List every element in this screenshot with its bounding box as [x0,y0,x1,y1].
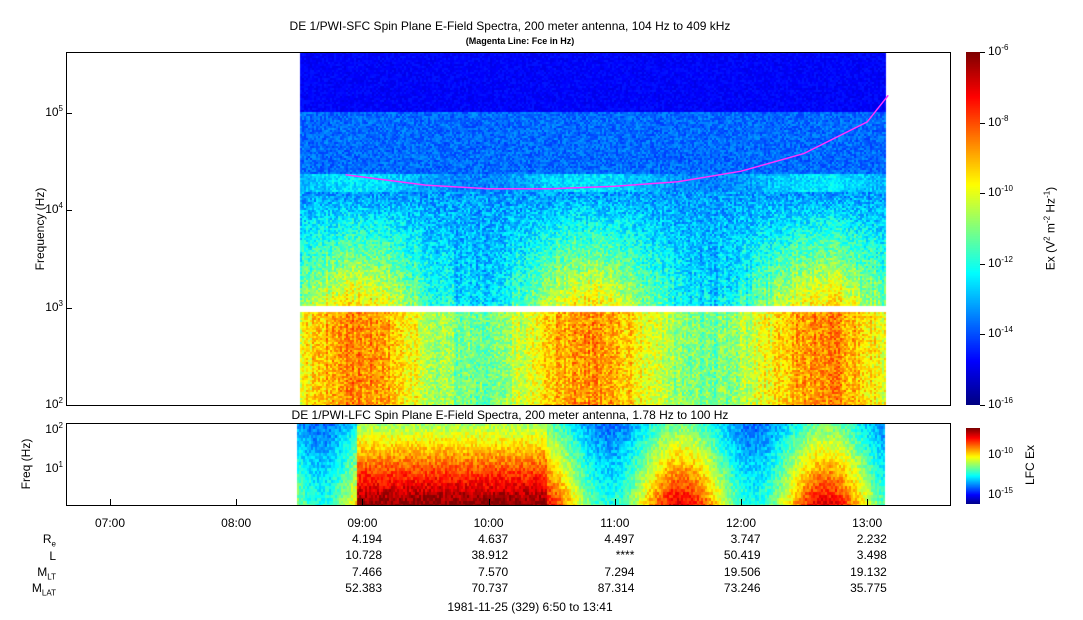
colorbar-tick [980,122,985,124]
ephem-value-re: 2.232 [856,532,887,546]
x-tick-label: 08:00 [221,516,252,530]
ephem-label-re: Re [42,532,56,549]
colorbar-tick [980,405,985,406]
lfc-plot-frame [66,423,951,506]
sfc-subtitle: (Magenta Line: Fce in Hz) [465,36,575,46]
ephem-value-mlt: 19.506 [723,564,761,579]
sfc-colorbar [966,52,980,405]
y-tick [66,112,72,114]
ephem-label-mlt: MLT [37,565,56,582]
ephem-value-l: 10.728 [345,548,382,563]
ephem-value-mlat: 35.775 [850,580,887,595]
ephem-value-mlt: 7.570 [478,564,509,579]
x-tick [614,499,616,506]
ephem-value-mlt: 7.466 [351,564,382,579]
y-tick-label: 104 [45,201,63,216]
ephem-value-re: 3.747 [730,532,761,546]
colorbar-tick-label: 10-6 [988,43,1009,58]
ephem-value-re: 4.194 [351,532,382,546]
x-tick-label: 11:00 [600,516,630,530]
y-tick [66,210,72,211]
colorbar-tick-label: 10-14 [988,325,1013,341]
colorbar-tick-label: 10-8 [988,113,1009,129]
footer-date-range: 1981-11-25 (329) 6:50 to 13:41 [447,600,613,614]
y-tick-label: 101 [45,460,63,475]
colorbar-tick [980,334,985,336]
colorbar-tick-label: 10-12 [988,254,1013,270]
x-tick [488,499,490,506]
ephem-value-mlat: 52.383 [345,580,382,595]
x-tick-label: 07:00 [94,516,126,530]
y-tick-label: 103 [45,298,63,314]
colorbar-tick [980,52,985,53]
colorbar-tick-label: 10-10 [988,446,1013,461]
ephem-label-mlat: MLAT [31,581,56,598]
x-tick [110,499,111,506]
ephem-value-mlat: 87.314 [597,580,635,595]
ephem-value-l: 3.498 [856,548,887,563]
x-tick-label: 12:00 [725,516,757,530]
y-tick-label: 102 [45,396,63,411]
ephem-value-l: 50.419 [723,548,761,563]
x-tick [362,499,364,506]
ephem-value-mlt: 7.294 [604,564,635,579]
sfc-colorbar-label: Ex (V2 m-2 Hz-1) [1042,186,1058,271]
ephem-value-mlat: 70.737 [471,580,509,595]
y-tick-label: 105 [45,103,63,119]
ephem-label-l: L [49,549,56,563]
y-tick-label: 102 [45,421,63,436]
lfc-ylabel: Freq (Hz) [19,438,33,490]
lfc-colorbar [966,428,980,504]
lfc-title: DE 1/PWI-LFC Spin Plane E-Field Spectra,… [291,408,729,422]
sfc-ylabel: Frequency (Hz) [33,187,47,271]
x-tick [236,499,238,506]
sfc-plot-frame [66,52,951,406]
plot-figure: DE 1/PWI-SFC Spin Plane E-Field Spectra,… [0,0,1083,620]
ephem-value-re: 4.637 [478,532,509,546]
ephem-value-mlt: 19.132 [850,564,887,579]
x-tick [741,499,742,506]
y-tick [66,405,72,406]
x-tick-label: 09:00 [347,516,378,530]
y-tick [66,307,72,309]
colorbar-tick [980,193,985,195]
colorbar-tick-label: 10-16 [988,396,1013,411]
x-tick-label: 13:00 [852,516,883,530]
colorbar-tick-label: 10-10 [988,184,1013,200]
x-tick-label: 10:00 [473,516,504,530]
sfc-title: DE 1/PWI-SFC Spin Plane E-Field Spectra,… [289,19,731,33]
ephem-value-l: **** [615,548,635,563]
x-tick [867,499,869,506]
colorbar-tick [980,263,985,265]
ephem-value-mlat: 73.246 [723,580,761,595]
ephem-value-re: 4.497 [604,532,635,546]
colorbar-tick-label: 10-15 [988,486,1013,501]
lfc-colorbar-label: LFC Ex [1023,445,1037,486]
ephem-value-l: 38.912 [471,548,509,563]
